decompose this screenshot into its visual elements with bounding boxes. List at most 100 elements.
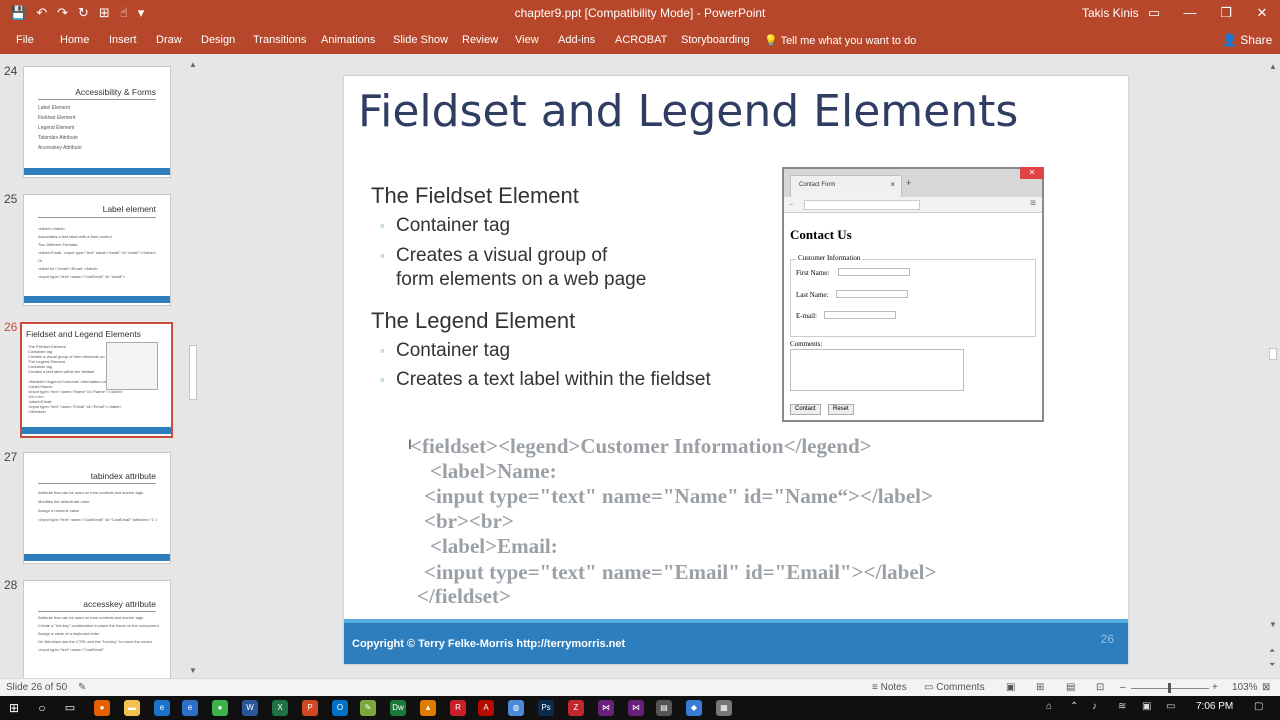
edge-icon[interactable]: e xyxy=(154,700,170,716)
scrollbar-thumb[interactable] xyxy=(189,345,197,400)
mock-first-name-label: First Name: xyxy=(796,269,830,277)
ribbon-display-options-icon[interactable]: ▭ xyxy=(1136,0,1172,27)
tab-add-ins[interactable]: Add-ins xyxy=(558,34,595,46)
thumb-line: <input type="text" name="CustEmail" xyxy=(38,647,104,652)
search-icon[interactable]: ○ xyxy=(34,700,50,716)
tab-acrobat[interactable]: ACROBAT xyxy=(615,34,667,46)
bullet: ◦ Container tag xyxy=(380,214,510,238)
next-slide-icon[interactable]: ⏷ xyxy=(1269,660,1275,670)
zoom-out-button[interactable]: – xyxy=(1120,682,1126,693)
thumb-line: On Windows use the CTRL and the "hot-key… xyxy=(38,639,153,644)
visual-studio-icon[interactable]: ⋈ xyxy=(598,700,614,716)
windows-start-icon[interactable]: ⊞ xyxy=(6,700,22,716)
section-heading: The Legend Element xyxy=(371,308,576,333)
comment-icon: ▭ xyxy=(924,682,937,693)
code-line: <br><br> xyxy=(424,509,514,533)
battery-icon[interactable]: ▭ xyxy=(1166,701,1175,712)
powerpoint-icon[interactable]: P xyxy=(302,700,318,716)
notes-button[interactable]: ≡ Notes xyxy=(872,682,907,693)
tell-me-search[interactable]: 💡 Tell me what you want to do xyxy=(764,34,916,47)
browser-menu-icon: ≡ xyxy=(1030,198,1036,209)
visual-studio-2-icon[interactable]: ⋈ xyxy=(628,700,644,716)
mock-email-input xyxy=(824,311,896,319)
photoshop-icon[interactable]: Ps xyxy=(538,700,554,716)
share-label: Share xyxy=(1240,33,1273,47)
slide-sorter-icon[interactable]: ⊞ xyxy=(1036,682,1044,693)
spell-check-icon[interactable]: ✎ xyxy=(78,682,86,693)
thumb-footer xyxy=(22,427,171,434)
task-view-icon[interactable]: ▭ xyxy=(62,700,78,716)
app-icon[interactable]: ▤ xyxy=(656,700,672,716)
scroll-up-icon[interactable]: ▲ xyxy=(1269,62,1277,71)
tab-view[interactable]: View xyxy=(515,34,539,46)
filezilla-icon[interactable]: Z xyxy=(568,700,584,716)
slide-title[interactable]: Fieldset and Legend Elements xyxy=(358,86,1018,137)
clock[interactable]: 7:06 PM xyxy=(1196,701,1233,712)
ie-icon[interactable]: e xyxy=(182,700,198,716)
acrobat-icon[interactable]: A xyxy=(478,700,494,716)
tab-home[interactable]: Home xyxy=(60,34,89,46)
scroll-down-icon[interactable]: ▼ xyxy=(1269,620,1277,629)
thumb-title: accesskey attribute xyxy=(83,599,156,609)
scrollbar-thumb[interactable] xyxy=(1269,348,1277,360)
tray-icon[interactable]: ⌂ xyxy=(1046,701,1052,712)
tab-review[interactable]: Review xyxy=(462,34,498,46)
share-button[interactable]: 👤 Share xyxy=(1222,33,1272,47)
zoom-slider-knob[interactable] xyxy=(1168,683,1171,693)
slide-scrollbar[interactable]: ▲ ▼ ⏶ ⏷ xyxy=(1266,58,1280,678)
tab-file[interactable]: File xyxy=(16,34,34,46)
zoom-level[interactable]: 103% xyxy=(1232,682,1258,693)
thumbnail-scrollbar[interactable]: ▲ ▼ xyxy=(187,58,199,678)
maximize-button[interactable]: ❐ xyxy=(1208,0,1244,27)
tab-slide-show[interactable]: Slide Show xyxy=(393,34,448,46)
notifications-icon[interactable]: ▢ xyxy=(1254,701,1263,712)
slide-canvas[interactable]: Fieldset and Legend Elements The Fieldse… xyxy=(344,76,1128,664)
tab-design[interactable]: Design xyxy=(201,34,235,46)
thumb-line: </fieldset> xyxy=(28,409,47,414)
slide-thumbnail-27[interactable]: tabindex attribute Attribute that can be… xyxy=(23,452,171,564)
slide-thumbnail-26-selected[interactable]: Fieldset and Legend Elements The Fieldse… xyxy=(20,322,173,438)
tray-app-icon[interactable]: ▣ xyxy=(1142,701,1151,712)
dreamweaver-icon[interactable]: Dw xyxy=(390,700,406,716)
volume-icon[interactable]: ♪ xyxy=(1092,701,1097,712)
thumb-line: <input type="text" name="CustEmail" id="… xyxy=(38,517,158,522)
tab-draw[interactable]: Draw xyxy=(156,34,182,46)
notepad-icon[interactable]: ✎ xyxy=(360,700,376,716)
tab-insert[interactable]: Insert xyxy=(109,34,137,46)
user-name[interactable]: Takis Kinis xyxy=(1082,6,1139,20)
url-field xyxy=(804,200,920,210)
app-3-icon[interactable]: ▦ xyxy=(716,700,732,716)
excel-icon[interactable]: X xyxy=(272,700,288,716)
previous-slide-icon[interactable]: ⏶ xyxy=(1269,646,1275,656)
mock-reset-button: Reset xyxy=(828,404,854,415)
globe-icon[interactable]: ◍ xyxy=(508,700,524,716)
file-explorer-icon[interactable]: ▬ xyxy=(124,700,140,716)
r-icon[interactable]: R xyxy=(450,700,466,716)
tab-transitions[interactable]: Transitions xyxy=(253,34,306,46)
scroll-down-icon[interactable]: ▼ xyxy=(189,666,197,675)
normal-view-icon[interactable]: ▣ xyxy=(1006,682,1015,693)
slide-thumbnail-24[interactable]: Accessibility & Forms Label Element Fiel… xyxy=(23,66,171,178)
text-cursor-icon: I xyxy=(408,436,412,452)
vlc-icon[interactable]: ▲ xyxy=(420,700,436,716)
minimize-button[interactable]: — xyxy=(1172,0,1208,27)
fit-to-window-icon[interactable]: ⊠ xyxy=(1262,682,1270,693)
word-icon[interactable]: W xyxy=(242,700,258,716)
slide-show-icon[interactable]: ⊡ xyxy=(1096,682,1104,693)
tab-animations[interactable]: Animations xyxy=(321,34,375,46)
close-button[interactable]: ✕ xyxy=(1244,0,1280,27)
slide-thumbnail-28[interactable]: accesskey attribute Attribute that can b… xyxy=(23,580,171,678)
outlook-icon[interactable]: O xyxy=(332,700,348,716)
reading-view-icon[interactable]: ▤ xyxy=(1066,682,1075,693)
firefox-icon[interactable]: ● xyxy=(94,700,110,716)
thumb-line: <label></label> xyxy=(38,226,66,231)
network-icon[interactable]: ≋ xyxy=(1118,701,1126,712)
scroll-up-icon[interactable]: ▲ xyxy=(189,60,197,69)
app-2-icon[interactable]: ◆ xyxy=(686,700,702,716)
slide-thumbnail-25[interactable]: Label element <label></label> Associates… xyxy=(23,194,171,306)
tray-chevron-icon[interactable]: ⌃ xyxy=(1070,701,1078,712)
chrome-icon[interactable]: ● xyxy=(212,700,228,716)
zoom-in-button[interactable]: + xyxy=(1212,682,1218,693)
tab-storyboarding[interactable]: Storyboarding xyxy=(681,34,750,46)
comments-button[interactable]: ▭ Comments xyxy=(924,682,985,693)
